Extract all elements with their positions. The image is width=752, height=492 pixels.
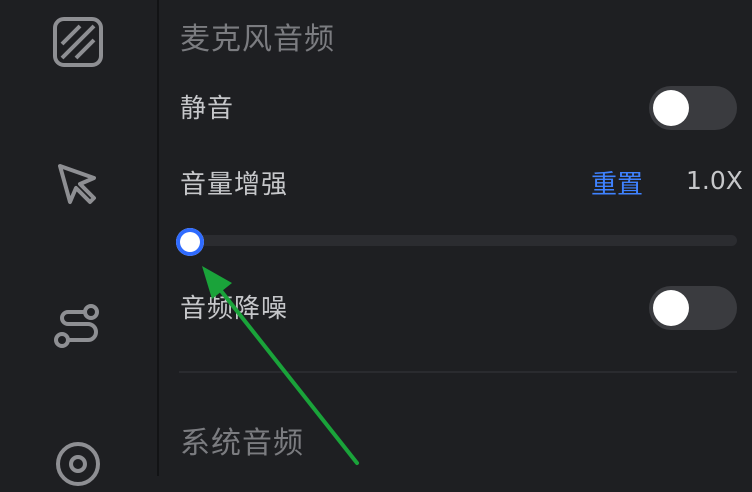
cursor-icon[interactable] <box>50 156 106 212</box>
audio-icon[interactable] <box>50 436 106 492</box>
mic-audio-title: 麦克风音频 <box>180 22 335 57</box>
mute-label: 静音 <box>180 94 235 124</box>
mute-toggle[interactable] <box>649 86 737 130</box>
volume-boost-label: 音量增强 <box>180 170 289 200</box>
layers-icon[interactable] <box>50 14 106 70</box>
sidebar <box>0 0 157 486</box>
denoise-toggle[interactable] <box>649 286 737 330</box>
system-audio-title: 系统音频 <box>180 426 304 461</box>
section-divider <box>179 371 737 373</box>
denoise-label: 音频降噪 <box>180 294 289 324</box>
slider-thumb-core <box>183 235 197 249</box>
reset-button[interactable]: 重置 <box>591 164 643 201</box>
denoise-toggle-knob <box>653 290 689 326</box>
volume-boost-slider-thumb[interactable] <box>176 228 204 256</box>
boost-value: 1.0X <box>686 166 743 195</box>
audio-settings-panel: 麦克风音频 静音 音量增强 重置 1.0X 音频降噪 系统音频 <box>159 0 752 476</box>
mute-toggle-knob <box>653 90 689 126</box>
path-icon[interactable] <box>50 298 106 354</box>
volume-boost-slider-track[interactable] <box>179 235 737 246</box>
